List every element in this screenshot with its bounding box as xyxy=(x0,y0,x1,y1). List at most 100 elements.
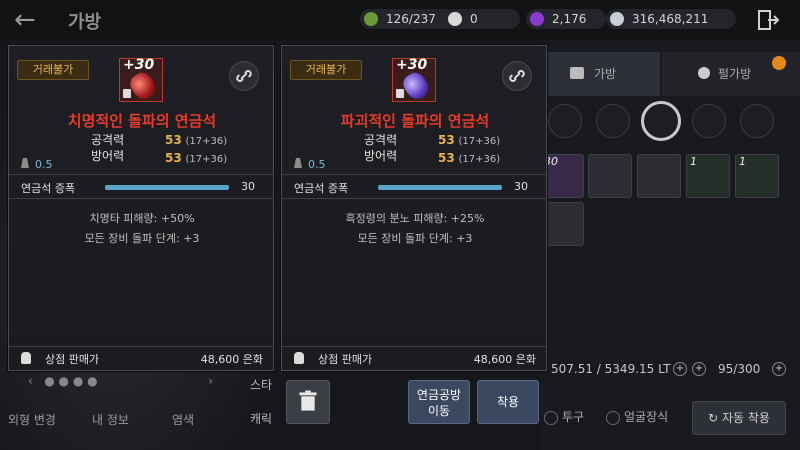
pearl-bag-icon xyxy=(698,67,710,79)
crossed-swords-icon[interactable] xyxy=(548,104,582,138)
stat-detail: (17+36) xyxy=(185,154,228,165)
back-arrow-icon[interactable]: ← xyxy=(14,6,44,34)
stat-label: 방어력 xyxy=(364,149,398,163)
move-label: 이동 xyxy=(427,404,451,418)
lock-icon xyxy=(123,89,131,98)
stat-value: 53 xyxy=(438,151,455,165)
stat-value: 53 xyxy=(438,133,455,147)
filter-label: 투구 xyxy=(562,410,585,424)
link-icon[interactable] xyxy=(502,61,532,91)
stat-detail: (17+36) xyxy=(458,136,501,147)
stat-label: 방어력 xyxy=(91,149,125,163)
trash-icon xyxy=(299,390,317,411)
silver-counter: 316,468,211 xyxy=(606,9,736,29)
auto-equip-button[interactable]: ↻ 자동 착용 xyxy=(692,401,786,435)
ring-icon[interactable] xyxy=(641,101,681,141)
weight-icon xyxy=(294,158,302,168)
upgrade-bar xyxy=(378,185,502,190)
money-bag-icon xyxy=(294,352,304,364)
divider xyxy=(9,174,273,175)
item-level: 1 xyxy=(739,155,746,168)
upgrade-bar xyxy=(105,185,229,190)
stat-labels: 공격력 방어력 xyxy=(91,132,124,164)
plus-icon[interactable]: + xyxy=(772,362,786,376)
weight-value: 0.5 xyxy=(308,158,326,171)
exit-door-icon[interactable] xyxy=(756,8,780,32)
gem-counter: 2,176 xyxy=(526,9,606,29)
filter-face[interactable]: 얼굴장식 xyxy=(606,408,668,425)
silver-coin-icon xyxy=(610,12,624,26)
energy-value: 126/237 xyxy=(386,12,436,26)
untradeable-badge: 거래불가 xyxy=(17,60,89,80)
stat-values: 53 (17+36) 53 (17+36) xyxy=(438,132,500,168)
stat-label: 공격력 xyxy=(91,133,125,147)
checkbox[interactable] xyxy=(606,410,620,425)
potion-icon[interactable] xyxy=(740,104,774,138)
effect-line: 흑정령의 분노 피해량: +25% xyxy=(345,212,485,225)
stat-label: 공격력 xyxy=(364,133,398,147)
equip-button[interactable]: 착용 xyxy=(477,380,539,424)
tab-appearance[interactable]: 외형 변경 xyxy=(8,405,56,435)
upgrade-value: 30 xyxy=(241,180,255,193)
upgrade-value: 30 xyxy=(514,180,528,193)
pearl-counter: 0 xyxy=(444,9,520,29)
page-title: 가방 xyxy=(68,12,102,33)
tab-dye[interactable]: 염색 xyxy=(172,405,194,435)
tab-my-info[interactable]: 내 정보 xyxy=(92,405,129,435)
gem-value: 2,176 xyxy=(552,12,587,26)
pearl-value: 0 xyxy=(470,12,478,26)
item-level: 1 xyxy=(690,155,697,168)
green-shield-coin-icon xyxy=(364,12,378,26)
plus-icon[interactable]: + xyxy=(673,362,687,376)
stat-detail: (17+36) xyxy=(185,136,228,147)
tab-bag[interactable]: 가방 xyxy=(540,52,660,96)
sell-price-row: 상점 판매가 48,600 은화 xyxy=(282,346,546,370)
sell-label: 상점 판매가 xyxy=(318,353,373,366)
effect-line: 치명타 피해량: +50% xyxy=(89,212,195,225)
lock-icon xyxy=(396,89,404,98)
untradeable-badge: 거래불가 xyxy=(290,60,362,80)
alchemy-workshop-button[interactable]: 연금공방 이동 xyxy=(408,380,470,424)
inventory-slot[interactable] xyxy=(588,154,632,198)
item-weight: 0.5 xyxy=(21,158,53,171)
item-icon: +30 xyxy=(119,57,163,103)
stat-value: 53 xyxy=(165,151,182,165)
filter-label: 얼굴장식 xyxy=(624,410,669,424)
item-name: 치명적인 돌파의 연금석 xyxy=(67,112,217,130)
sell-label: 상점 판매가 xyxy=(45,353,100,366)
filter-helmet[interactable]: 투구 xyxy=(544,408,584,425)
checkbox[interactable] xyxy=(544,410,558,425)
purple-gem-icon xyxy=(399,69,433,103)
pearl-icon xyxy=(448,12,462,26)
notification-badge xyxy=(772,56,786,70)
item-icon: +30 xyxy=(392,57,436,103)
sell-price: 48,600 은화 xyxy=(200,353,263,366)
weight-value: 0.5 xyxy=(35,158,53,171)
weight-readout: 507.51 / 5349.15 LT xyxy=(551,362,671,376)
page-dots: ‹ ● ● ● ● › xyxy=(28,374,213,388)
plus-icon[interactable]: + xyxy=(692,362,706,376)
delete-button[interactable] xyxy=(286,380,330,424)
item-level: +30 xyxy=(396,57,428,73)
link-icon[interactable] xyxy=(229,61,259,91)
stat-labels: 공격력 방어력 xyxy=(364,132,397,164)
inventory-slot[interactable]: 1 xyxy=(735,154,779,198)
effect-line: 모든 장비 돌파 단계: +3 xyxy=(84,232,200,245)
move-label: 연금공방 xyxy=(416,388,462,402)
inventory-slot[interactable]: 1 xyxy=(686,154,730,198)
stat-detail: (17+36) xyxy=(458,154,501,165)
purple-gem-icon xyxy=(530,12,544,26)
sell-price-row: 상점 판매가 48,600 은화 xyxy=(9,346,273,370)
upgrade-label: 연금석 증폭 xyxy=(294,182,349,195)
armor-icon[interactable] xyxy=(596,104,630,138)
stat-value: 53 xyxy=(165,133,182,147)
stat-values: 53 (17+36) 53 (17+36) xyxy=(165,132,227,168)
stray-label: 스타 xyxy=(250,378,273,392)
red-gem-icon xyxy=(126,69,160,103)
divider xyxy=(282,198,546,199)
tab-bag-label: 가방 xyxy=(594,67,617,81)
inventory-slot[interactable] xyxy=(637,154,681,198)
divider xyxy=(9,198,273,199)
energy-counter: 126/237 xyxy=(360,9,456,29)
crystal-icon[interactable] xyxy=(692,104,726,138)
